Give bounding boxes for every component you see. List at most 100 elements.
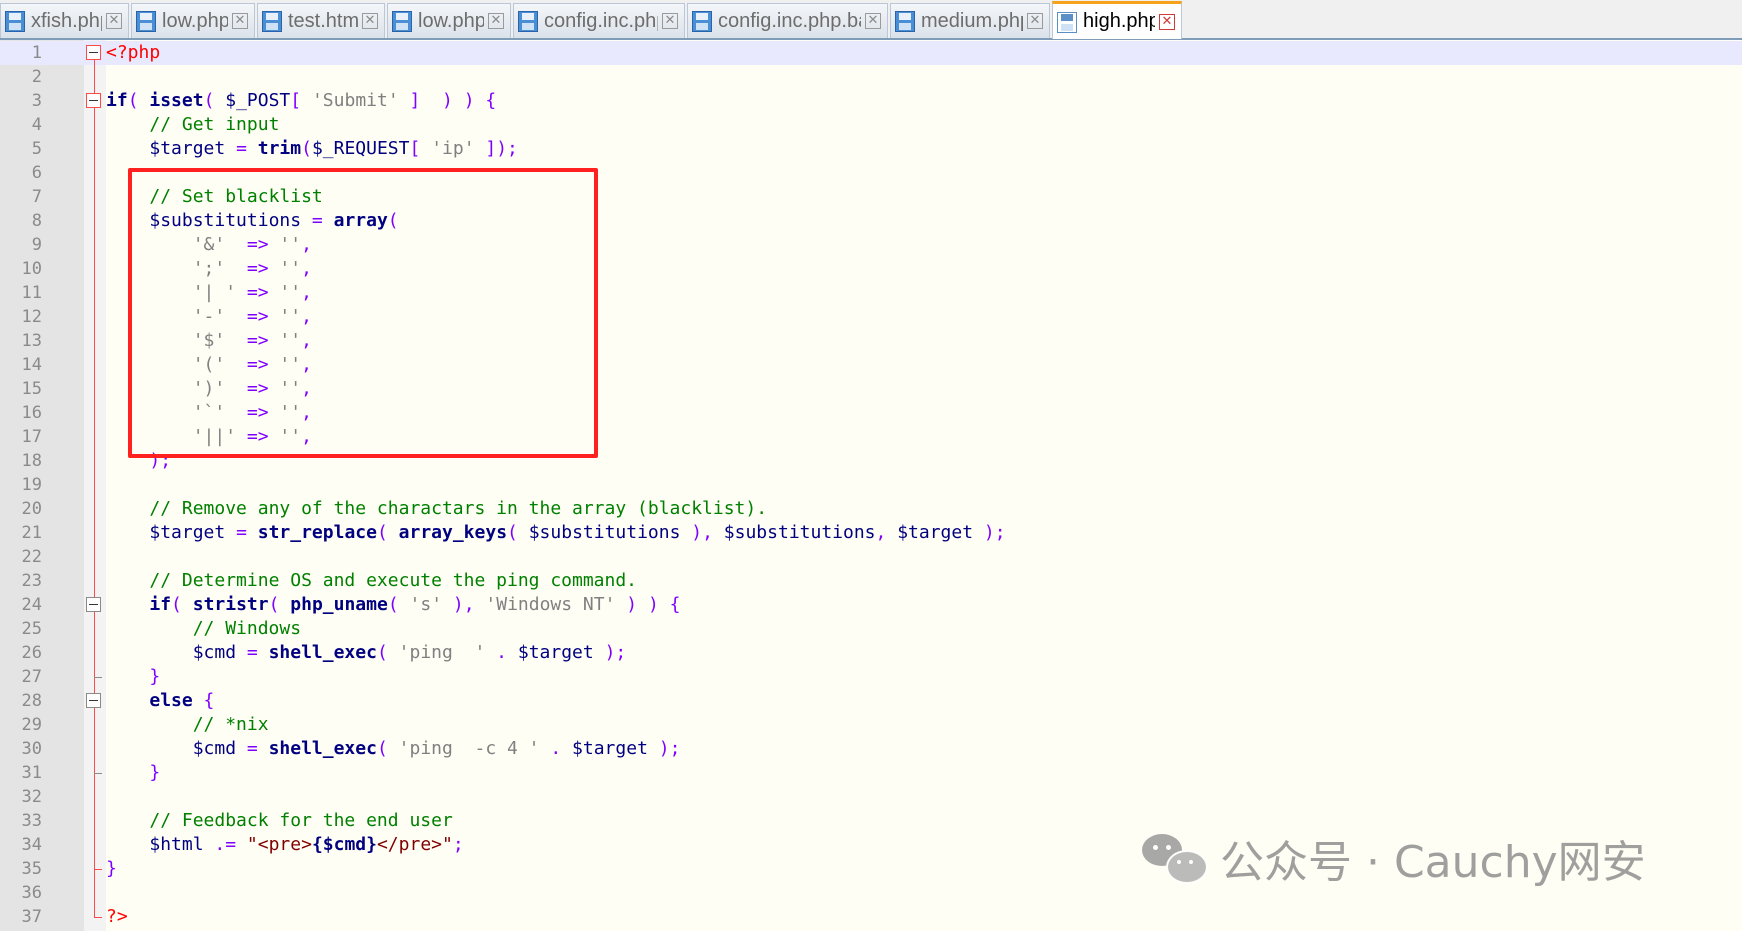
code-text: $html .= "<pre>{$cmd}</pre>"; [149,834,464,855]
code-text: // Windows [192,618,302,639]
line-number: 33 [21,811,42,831]
save-file-icon [262,10,282,32]
fold-toggle-icon[interactable] [86,93,101,108]
tab-bar: xfish.php✕low.php✕test.html✕low.php✕conf… [0,0,1742,40]
save-file-icon [1057,11,1077,33]
blacklist-highlight-box [128,168,598,458]
save-file-icon [518,10,538,32]
code-line[interactable]: 25 // Windows [0,617,1742,641]
code-line[interactable]: 2 [0,65,1742,89]
line-number: 21 [21,523,42,543]
code-line[interactable]: 19 [0,473,1742,497]
line-number: 2 [31,67,42,87]
code-text: if( isset( $_POST[ 'Submit' ] ) ) { [106,90,497,111]
close-tab-icon[interactable]: ✕ [1027,13,1043,29]
tab-file-7[interactable]: high.php ✕ [1052,1,1182,39]
line-number: 34 [21,835,42,855]
code-line[interactable]: 26 $cmd = shell_exec( 'ping ' . $target … [0,641,1742,665]
code-line[interactable]: 20 // Remove any of the charactars in th… [0,497,1742,521]
code-text: ?> [106,906,128,927]
line-number: 15 [21,379,42,399]
line-number: 31 [21,763,42,783]
code-text: } [106,858,117,879]
tab-file-0[interactable]: xfish.php✕ [0,3,129,38]
tab-label: medium.php [921,9,1023,32]
code-line[interactable]: 23 // Determine OS and execute the ping … [0,569,1742,593]
line-number: 20 [21,499,42,519]
fold-end-marker [94,917,102,918]
line-number: 23 [21,571,42,591]
tab-file-6[interactable]: medium.php ✕ [890,3,1050,38]
line-number: 18 [21,451,42,471]
code-text: $cmd = shell_exec( 'ping ' . $target ); [192,642,627,663]
close-tab-icon[interactable]: ✕ [488,13,504,29]
code-text: // Get input [149,114,280,135]
code-line[interactable]: 3 if( isset( $_POST[ 'Submit' ] ) ) { [0,89,1742,113]
line-number: 3 [31,91,42,111]
line-number: 27 [21,667,42,687]
code-line[interactable]: 37 ?> [0,905,1742,929]
line-number: 29 [21,715,42,735]
line-number: 7 [31,187,42,207]
line-number: 26 [21,643,42,663]
tab-label: config.inc.php [544,9,658,32]
line-number: 17 [21,427,42,447]
code-line[interactable]: 21 $target = str_replace( array_keys( $s… [0,521,1742,545]
tab-file-2[interactable]: test.html ✕ [257,3,385,38]
code-text: // *nix [192,714,269,735]
line-number: 14 [21,355,42,375]
code-line[interactable]: 1 <?php [0,41,1742,65]
line-number: 22 [21,547,42,567]
code-line[interactable]: 4 // Get input [0,113,1742,137]
save-file-icon [136,10,156,32]
code-line[interactable]: 29 // *nix [0,713,1742,737]
close-tab-icon[interactable]: ✕ [232,13,248,29]
close-tab-icon[interactable]: ✕ [106,13,122,29]
code-line[interactable]: 30 $cmd = shell_exec( 'ping -c 4 ' . $ta… [0,737,1742,761]
line-number: 11 [21,283,42,303]
save-file-icon [5,10,25,32]
fold-toggle-icon[interactable] [86,597,101,612]
fold-toggle-icon[interactable] [86,693,101,708]
watermark-text: 公众号 · Cauchy网安 [1220,837,1646,888]
fold-toggle-icon[interactable] [86,45,101,60]
line-number: 6 [31,163,42,183]
code-text: <?php [106,42,161,63]
tab-file-5[interactable]: config.inc.php.bak✕ [687,3,888,38]
save-file-icon [392,10,412,32]
code-line[interactable]: 28 else { [0,689,1742,713]
line-number: 19 [21,475,42,495]
code-line[interactable]: 22 [0,545,1742,569]
code-text: if( stristr( php_uname( 's' ), 'Windows … [149,594,681,615]
code-text: } [149,666,161,687]
line-number: 24 [21,595,42,615]
tab-label: low.php [418,9,484,32]
wechat-icon [1142,832,1208,884]
code-line[interactable]: 31 } [0,761,1742,785]
line-number: 1 [31,43,42,63]
line-number: 12 [21,307,42,327]
tab-file-4[interactable]: config.inc.php ✕ [513,3,685,38]
close-tab-icon[interactable]: ✕ [362,13,378,29]
line-number: 16 [21,403,42,423]
code-line[interactable]: 32 [0,785,1742,809]
tab-file-1[interactable]: low.php ✕ [131,3,255,38]
code-line[interactable]: 27 } [0,665,1742,689]
close-tab-icon[interactable]: ✕ [662,13,678,29]
close-tab-icon[interactable]: ✕ [1159,13,1175,30]
line-number: 5 [31,139,42,159]
tab-label: test.html [288,9,358,32]
line-number: 30 [21,739,42,759]
code-line[interactable]: 5 $target = trim($_REQUEST[ 'ip' ]); [0,137,1742,161]
tab-file-3[interactable]: low.php ✕ [387,3,511,38]
code-line[interactable]: 24 if( stristr( php_uname( 's' ), 'Windo… [0,593,1742,617]
tab-label: high.php [1083,10,1155,32]
line-number: 25 [21,619,42,639]
close-tab-icon[interactable]: ✕ [865,13,881,29]
code-text: } [149,762,161,783]
fold-end-marker [94,677,102,678]
code-text: // Feedback for the end user [149,810,453,831]
save-file-icon [895,10,915,32]
code-text: $target = trim($_REQUEST[ 'ip' ]); [149,138,518,159]
line-number: 8 [31,211,42,231]
